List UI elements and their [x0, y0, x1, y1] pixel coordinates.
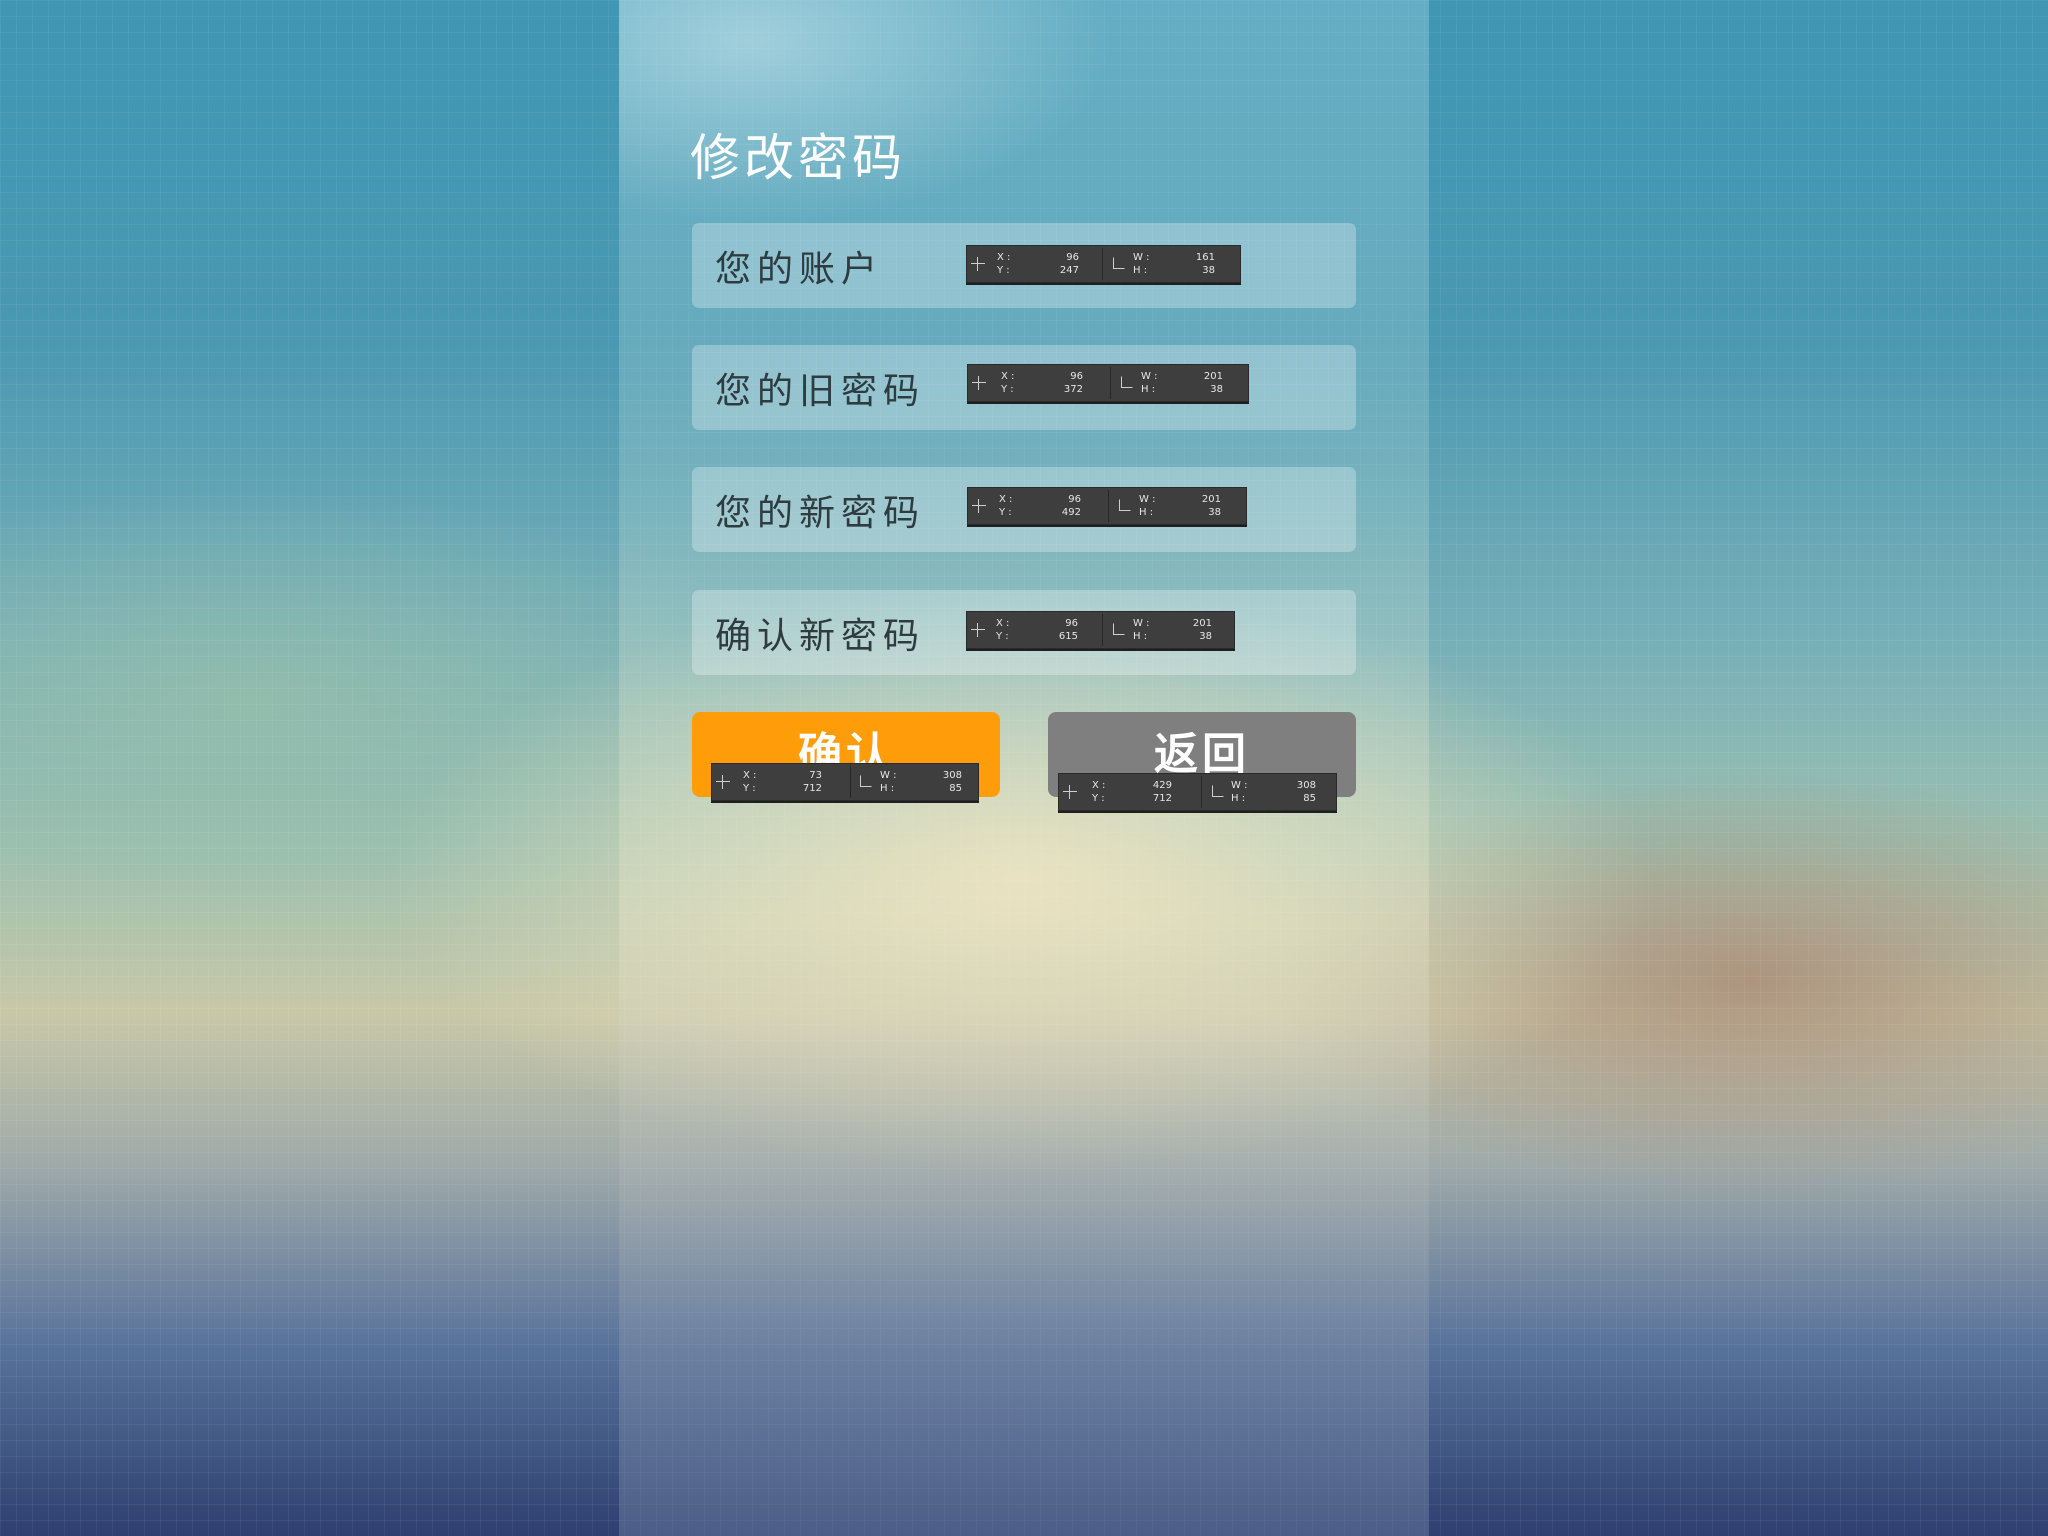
dimension-overlay: X : 429 Y : 712 W : 308 H : 85 [1058, 773, 1337, 811]
w-label: W : [1141, 371, 1158, 382]
h-label: H : [1231, 793, 1246, 804]
h-label: H : [880, 783, 895, 794]
dimension-overlay: X : 96 Y : 247 W : 161 H : 38 [966, 245, 1241, 283]
confirm-password-label: 确认新密码 [715, 615, 926, 657]
w-label: W : [1139, 494, 1156, 505]
crosshair-icon [716, 775, 730, 789]
h-value: 38 [1208, 507, 1221, 518]
resize-icon [1121, 376, 1133, 388]
h-value: 38 [1202, 265, 1215, 276]
dimension-overlay: X : 96 Y : 492 W : 201 H : 38 [967, 487, 1247, 525]
overlay-divider [1108, 490, 1109, 522]
x-value: 96 [1070, 371, 1083, 382]
w-value: 308 [942, 770, 962, 781]
x-label: X : [999, 494, 1013, 505]
h-value: 38 [1199, 631, 1212, 642]
y-label: Y : [996, 631, 1009, 642]
h-value: 85 [949, 783, 962, 794]
overlay-divider [1102, 248, 1103, 280]
w-value: 308 [1296, 780, 1316, 791]
x-label: X : [743, 770, 757, 781]
x-label: X : [996, 618, 1010, 629]
resize-icon [1113, 257, 1125, 269]
h-value: 38 [1210, 384, 1223, 395]
overlay-divider [1110, 367, 1111, 399]
w-value: 161 [1195, 252, 1215, 263]
design-canvas: 修改密码 您的账户 X : 96 Y : 247 W : 161 H : 38 … [0, 0, 2048, 1536]
y-label: Y : [1092, 793, 1105, 804]
y-label: Y : [743, 783, 756, 794]
x-label: X : [1092, 780, 1106, 791]
w-label: W : [1231, 780, 1248, 791]
w-label: W : [880, 770, 897, 781]
x-value: 96 [1068, 494, 1081, 505]
crosshair-icon [971, 257, 985, 271]
overlay-divider [1201, 776, 1202, 808]
crosshair-icon [972, 376, 986, 390]
y-label: Y : [999, 507, 1012, 518]
h-value: 85 [1303, 793, 1316, 804]
overlay-divider [1102, 614, 1103, 646]
page-title: 修改密码 [690, 129, 906, 187]
crosshair-icon [971, 623, 985, 637]
y-label: Y : [1001, 384, 1014, 395]
old-password-label: 您的旧密码 [715, 370, 926, 412]
overlay-divider [850, 766, 851, 798]
y-value: 492 [1061, 507, 1081, 518]
x-label: X : [1001, 371, 1015, 382]
w-label: W : [1133, 618, 1150, 629]
h-label: H : [1133, 631, 1148, 642]
y-value: 247 [1059, 265, 1079, 276]
w-value: 201 [1203, 371, 1223, 382]
x-value: 96 [1066, 252, 1079, 263]
resize-icon [860, 775, 872, 787]
y-value: 712 [1152, 793, 1172, 804]
w-label: W : [1133, 252, 1150, 263]
w-value: 201 [1192, 618, 1212, 629]
w-value: 201 [1201, 494, 1221, 505]
dimension-overlay: X : 96 Y : 372 W : 201 H : 38 [967, 364, 1249, 402]
h-label: H : [1133, 265, 1148, 276]
y-value: 615 [1058, 631, 1078, 642]
y-value: 372 [1063, 384, 1083, 395]
resize-icon [1119, 499, 1131, 511]
y-value: 712 [802, 783, 822, 794]
x-label: X : [997, 252, 1011, 263]
y-label: Y : [997, 265, 1010, 276]
resize-icon [1212, 785, 1224, 797]
new-password-label: 您的新密码 [715, 492, 926, 534]
crosshair-icon [1063, 785, 1077, 799]
account-label: 您的账户 [715, 248, 884, 290]
x-value: 429 [1152, 780, 1172, 791]
resize-icon [1113, 623, 1125, 635]
h-label: H : [1139, 507, 1154, 518]
h-label: H : [1141, 384, 1156, 395]
x-value: 96 [1065, 618, 1078, 629]
dimension-overlay: X : 73 Y : 712 W : 308 H : 85 [711, 763, 979, 801]
dimension-overlay: X : 96 Y : 615 W : 201 H : 38 [966, 611, 1235, 649]
crosshair-icon [972, 499, 986, 513]
x-value: 73 [809, 770, 822, 781]
